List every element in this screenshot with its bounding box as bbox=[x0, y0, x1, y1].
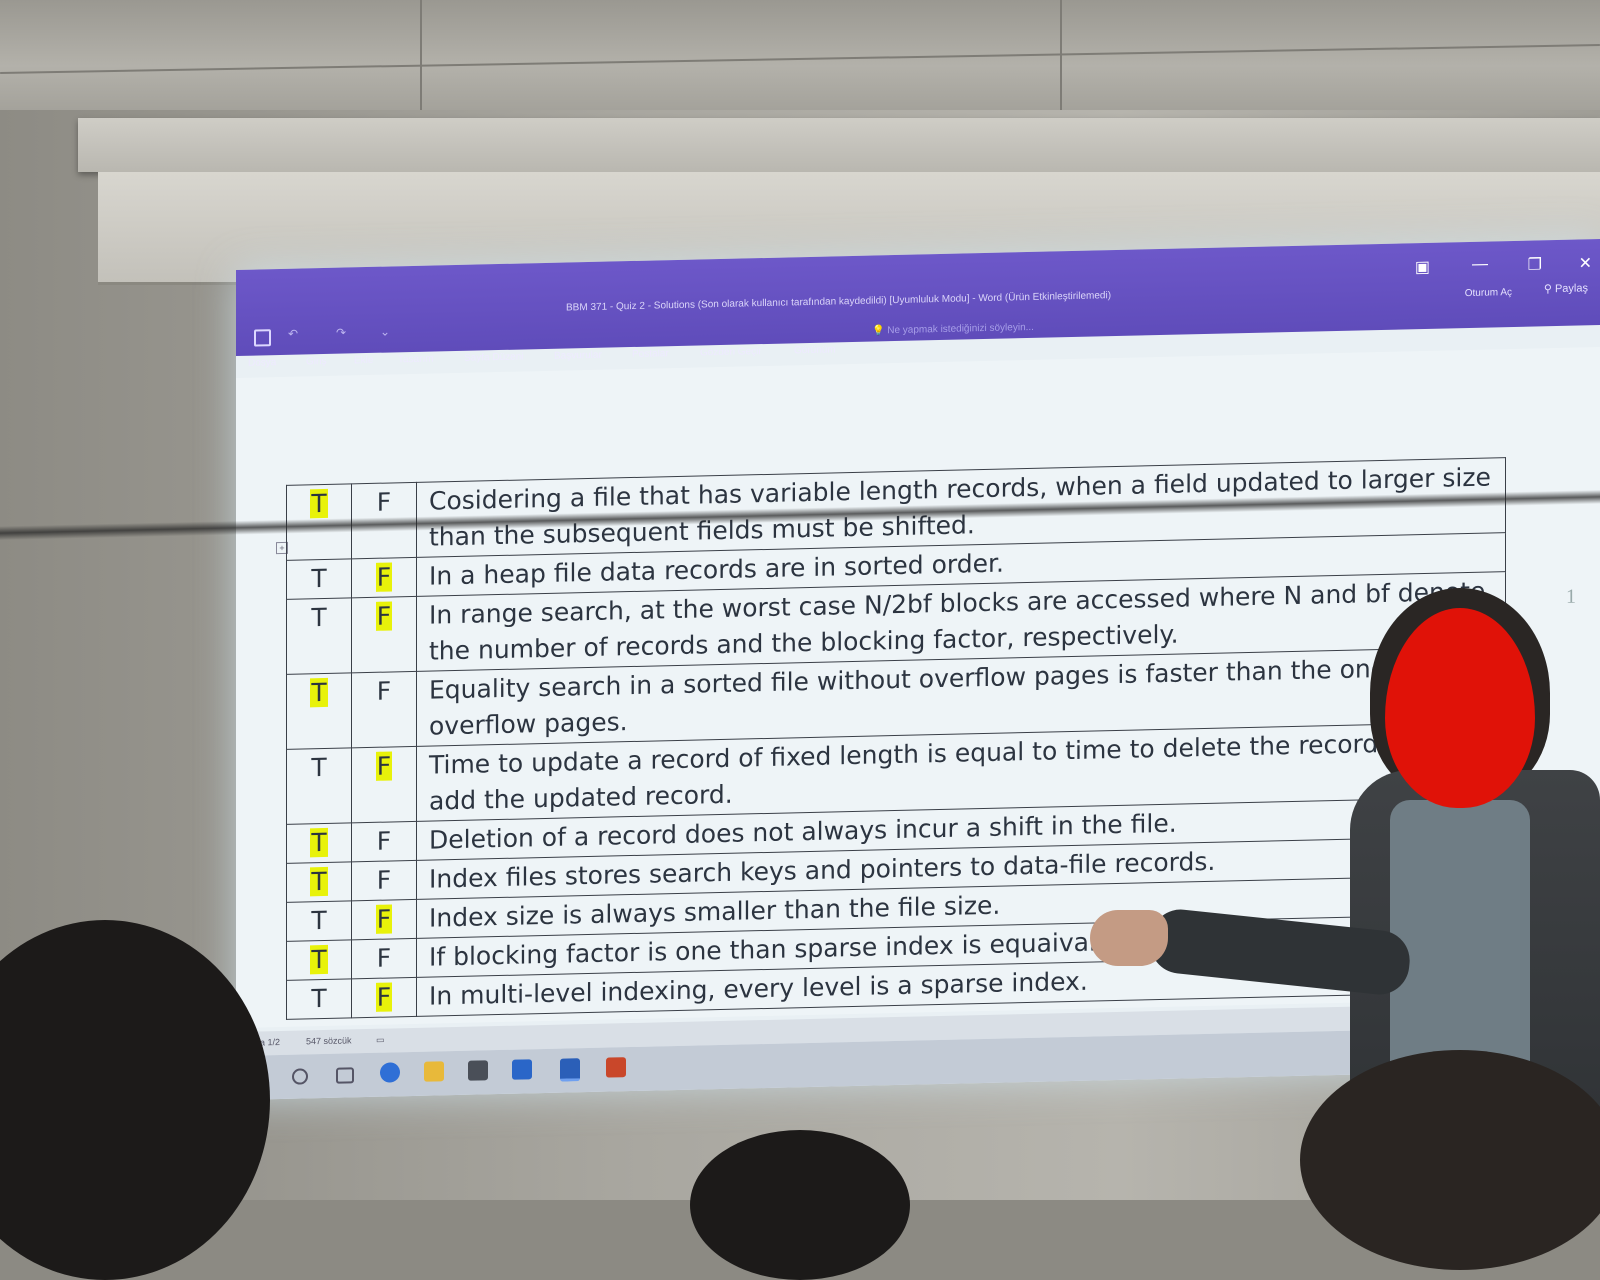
tell-me-search[interactable]: 💡 Ne yapmak istediğinizi söyleyin... bbox=[872, 322, 1034, 337]
false-cell[interactable]: F bbox=[351, 671, 417, 748]
false-cell[interactable]: F bbox=[351, 938, 417, 979]
true-option: T bbox=[310, 827, 328, 858]
tab-mailings[interactable]: Postalar bbox=[632, 348, 669, 360]
presenter-hand bbox=[1090, 910, 1168, 966]
ribbon-display-icon[interactable]: ▣ bbox=[1415, 257, 1430, 277]
save-icon[interactable] bbox=[254, 329, 271, 347]
true-option: T bbox=[311, 563, 327, 594]
word-count[interactable]: 547 sözcük bbox=[306, 1035, 352, 1046]
true-cell[interactable]: T bbox=[286, 861, 352, 903]
audience-head bbox=[1300, 1050, 1600, 1270]
false-option: F bbox=[375, 751, 393, 781]
restore-icon[interactable]: ❐ bbox=[1528, 254, 1542, 274]
true-option: T bbox=[310, 944, 328, 975]
true-cell[interactable]: T bbox=[286, 900, 352, 942]
projector-screen-housing bbox=[78, 118, 1600, 172]
tab-layout[interactable]: Sayfa Düzeni bbox=[464, 351, 523, 363]
false-cell[interactable]: F bbox=[351, 899, 417, 940]
false-option: F bbox=[376, 865, 392, 895]
word-icon[interactable] bbox=[560, 1058, 580, 1082]
true-cell[interactable]: T bbox=[286, 747, 352, 825]
false-option: F bbox=[376, 826, 392, 856]
close-icon[interactable]: ✕ bbox=[1579, 253, 1592, 273]
page-marker: 1 bbox=[1566, 585, 1576, 608]
tell-me-placeholder: Ne yapmak istediğinizi söyleyin... bbox=[887, 321, 1034, 337]
false-cell[interactable]: F bbox=[351, 860, 417, 901]
false-option: F bbox=[375, 601, 393, 631]
tab-insert[interactable]: Ekle bbox=[354, 355, 373, 366]
false-option: F bbox=[376, 676, 392, 706]
redo-icon[interactable]: ↷ bbox=[336, 326, 346, 340]
task-view-icon[interactable] bbox=[336, 1067, 354, 1084]
true-option: T bbox=[311, 752, 327, 783]
false-cell[interactable]: F bbox=[351, 746, 417, 823]
true-option: T bbox=[311, 983, 327, 1014]
true-cell[interactable]: T bbox=[286, 939, 352, 981]
true-cell[interactable]: T bbox=[286, 672, 352, 750]
person-icon: ⚲ bbox=[1543, 283, 1552, 296]
false-option: F bbox=[375, 982, 393, 1012]
audience-head bbox=[690, 1130, 910, 1280]
true-cell[interactable]: T bbox=[286, 978, 352, 1020]
false-option: F bbox=[375, 904, 393, 934]
proofing-icon[interactable]: ▭ bbox=[376, 1035, 385, 1046]
tab-review[interactable]: Gözden Geçir bbox=[700, 346, 762, 358]
false-option: F bbox=[376, 487, 392, 517]
false-cell[interactable]: F bbox=[351, 557, 417, 598]
tab-home[interactable]: Giriş bbox=[306, 356, 327, 367]
window-title: BBM 371 - Quiz 2 - Solutions (Son olarak… bbox=[566, 290, 1112, 314]
tab-references[interactable]: Başvurular bbox=[554, 350, 602, 362]
true-cell[interactable]: T bbox=[286, 558, 352, 600]
share-label: Paylaş bbox=[1554, 282, 1588, 296]
true-option: T bbox=[311, 602, 327, 633]
false-option: F bbox=[376, 943, 392, 973]
true-cell[interactable]: T bbox=[286, 822, 352, 864]
true-option: T bbox=[310, 866, 328, 897]
tab-design[interactable]: Tasarım bbox=[398, 354, 434, 366]
edge-icon[interactable] bbox=[380, 1062, 400, 1083]
customize-chevron-icon[interactable]: ⌄ bbox=[380, 325, 390, 339]
share-button[interactable]: ⚲ Paylaş bbox=[1544, 281, 1588, 295]
false-cell[interactable]: F bbox=[351, 821, 417, 862]
ceiling bbox=[0, 0, 1600, 110]
false-cell[interactable]: F bbox=[351, 977, 417, 1018]
false-cell[interactable]: F bbox=[351, 596, 417, 673]
true-option: T bbox=[310, 677, 328, 708]
explorer-icon[interactable] bbox=[424, 1061, 444, 1082]
store-icon[interactable] bbox=[468, 1060, 488, 1081]
true-cell[interactable]: T bbox=[286, 597, 352, 675]
mail-icon[interactable] bbox=[512, 1059, 532, 1080]
undo-icon[interactable]: ↶ bbox=[288, 327, 298, 341]
powerpoint-icon[interactable] bbox=[606, 1057, 626, 1078]
search-icon[interactable] bbox=[292, 1068, 308, 1085]
true-option: T bbox=[311, 905, 327, 936]
minimize-icon[interactable]: — bbox=[1472, 256, 1488, 274]
sign-in-link[interactable]: Oturum Aç bbox=[1465, 287, 1512, 299]
tab-view[interactable]: Görünüm bbox=[794, 344, 836, 356]
false-option: F bbox=[375, 562, 393, 592]
tab-file[interactable]: Dosya bbox=[248, 357, 276, 369]
true-option: T bbox=[310, 488, 328, 519]
